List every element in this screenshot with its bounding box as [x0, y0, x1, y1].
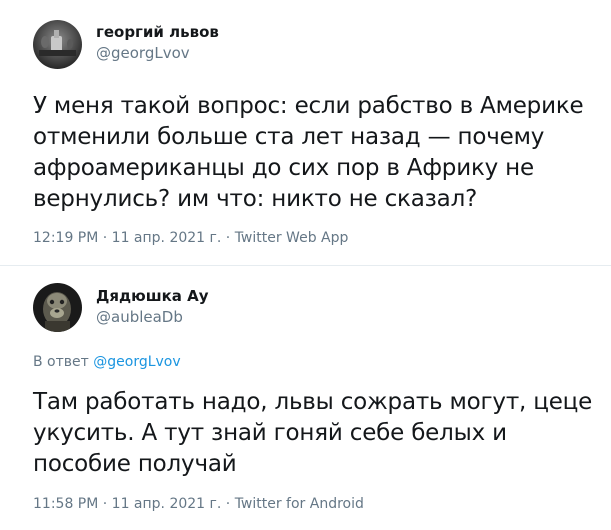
author-avatar[interactable] — [33, 283, 82, 332]
tweet-text: У меня такой вопрос: если рабство в Амер… — [33, 93, 584, 212]
reply-tweet: Дядюшка Ау @aubleaDb В ответ @georgLvov … — [0, 267, 611, 530]
reply-prefix: В ответ — [33, 354, 89, 370]
tweet-timestamp[interactable]: 12:19 PM · 11 апр. 2021 г. · Twitter Web… — [33, 230, 348, 246]
author-handle[interactable]: @aubleaDb — [96, 308, 183, 326]
tweet-timestamp[interactable]: 11:58 PM · 11 апр. 2021 г. · Twitter for… — [33, 496, 364, 512]
author-name[interactable]: георгий львов — [96, 23, 219, 41]
reply-context: В ответ @georgLvov — [33, 354, 181, 370]
author-avatar[interactable] — [33, 20, 82, 69]
original-tweet: георгий львов @georgLvov У меня такой во… — [0, 0, 611, 266]
reply-mention-link[interactable]: @georgLvov — [93, 354, 180, 370]
tweet-text: Там работать надо, львы сожрать могут, ц… — [33, 389, 593, 477]
author-name[interactable]: Дядюшка Ау — [96, 287, 209, 305]
author-handle[interactable]: @georgLvov — [96, 44, 190, 62]
